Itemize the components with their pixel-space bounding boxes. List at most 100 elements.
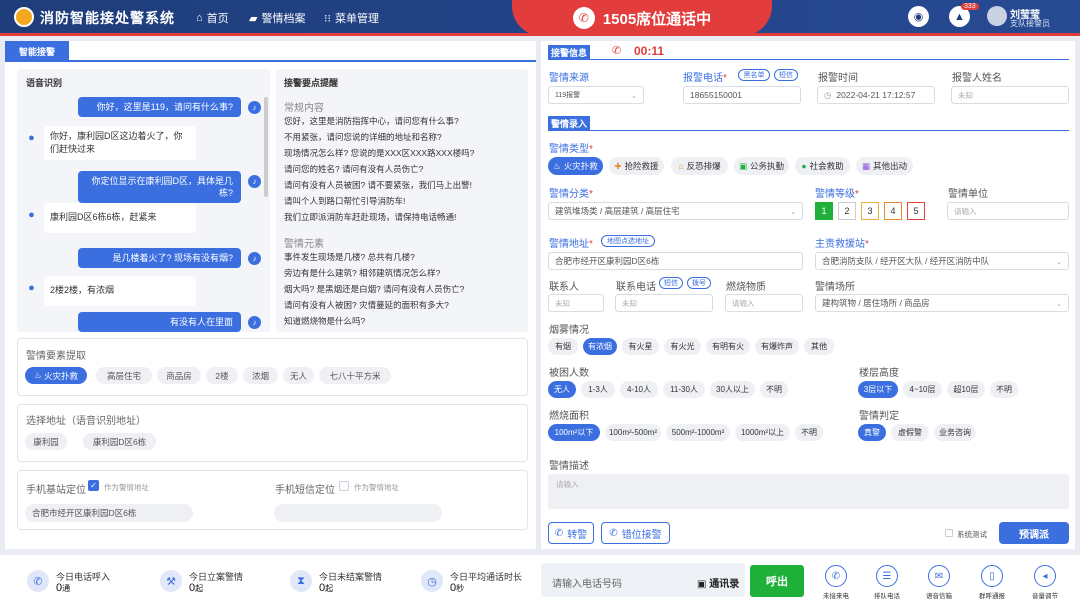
tool-label: 排队电话 [874, 593, 900, 600]
extract-chip[interactable]: 高层住宅 [96, 367, 152, 384]
type-social[interactable]: ● 社会救助 [795, 157, 850, 175]
smoke-option[interactable]: 有烟 [548, 338, 578, 355]
extract-chip[interactable]: 无人 [283, 367, 314, 384]
avatar[interactable] [987, 6, 1007, 26]
floor-option[interactable]: 4~10层 [903, 381, 942, 398]
group-call-icon: ▯ [981, 565, 1003, 587]
level-1[interactable]: 1 [815, 202, 833, 220]
group-call-tool[interactable]: ▯ 群呼通报 [967, 565, 1017, 600]
desc-textarea[interactable]: 请输入 [548, 474, 1069, 509]
judge-option[interactable]: 业务咨询 [934, 424, 976, 441]
sms-location-check-label: 作为警情地址 [354, 483, 399, 492]
smoke-option[interactable]: 有火光 [664, 338, 701, 355]
address-field[interactable]: 合肥市经开区康利园D区6栋 [548, 252, 803, 270]
source-value: 119报警 [555, 92, 581, 99]
area-option[interactable]: 100m²-500m² [605, 424, 661, 441]
smoke-option[interactable]: 有浓烟 [583, 338, 617, 355]
smoke-option[interactable]: 其他 [804, 338, 834, 355]
transfer-button[interactable]: ✆ 转警 [548, 522, 594, 544]
entry-divider [589, 130, 1069, 131]
blacklist-tag[interactable]: 黑名单 [738, 69, 770, 81]
map-pick-tag[interactable]: 地图点选地址 [601, 235, 655, 247]
address-book-label: 通讯录 [709, 579, 740, 590]
floor-option[interactable]: 超10层 [947, 381, 985, 398]
caller-icon: ● [28, 208, 35, 221]
type-duty[interactable]: ▣ 公务执勤 [734, 157, 789, 175]
level-3[interactable]: 3 [861, 202, 879, 220]
smoke-option[interactable]: 有明有火 [706, 338, 750, 355]
chip-label: 火灾扑救 [43, 370, 78, 381]
voice-scrollbar[interactable] [264, 97, 268, 197]
type-fire[interactable]: ♨ 火灾扑救 [548, 157, 603, 175]
extract-chip[interactable]: 浓烟 [243, 367, 278, 384]
contact-label: 联系人 [549, 282, 579, 293]
volume-tool[interactable]: ◂ 音量调节 [1020, 565, 1070, 600]
tab-smart-reception[interactable]: 智能接警 [5, 41, 69, 61]
missed-call-tool[interactable]: ✆ 未接来电 [811, 565, 861, 600]
voicemail-tool[interactable]: ✉ 语音信箱 [914, 565, 964, 600]
base-station-checkbox[interactable]: ✓ [88, 480, 99, 491]
level-2[interactable]: 2 [838, 202, 856, 220]
area-option[interactable]: 100m²以下 [548, 424, 600, 441]
smoke-option[interactable]: 有爆炸声 [755, 338, 799, 355]
queue-call-tool[interactable]: ☰ 排队电话 [862, 565, 912, 600]
station-select[interactable]: 合肥消防支队 / 经开区大队 / 经开区消防中队 ⌄ [815, 252, 1069, 270]
type-label-item: 火灾扑救 [563, 161, 598, 171]
source-select[interactable]: 119报警 ⌄ [548, 86, 644, 104]
extract-chip[interactable]: 商品房 [157, 367, 201, 384]
nav-menu[interactable]: ⁝⁝ 菜单管理 [324, 10, 379, 26]
extract-chip[interactable]: 七八十平方米 [319, 367, 391, 384]
floor-option[interactable]: 不明 [990, 381, 1018, 398]
phone-field[interactable]: 18655150001 [683, 86, 801, 104]
contact-sms-tag[interactable]: 短信 [659, 277, 683, 289]
area-option[interactable]: 1000m²以上 [735, 424, 790, 441]
floor-option[interactable]: 3层以下 [858, 381, 898, 398]
name-field[interactable]: 未知 [951, 86, 1069, 104]
nav-archive[interactable]: ▰ 警情档案 [249, 10, 305, 26]
misdial-button[interactable]: ✆ 错位接警 [601, 522, 670, 544]
address-chip[interactable]: 康利园 [25, 433, 67, 450]
type-rescue[interactable]: ✚ 抢险救援 [609, 157, 664, 175]
pre-dispatch-button[interactable]: 预调派 [999, 522, 1069, 544]
trapped-label: 被困人数 [549, 368, 589, 379]
area-option[interactable]: 不明 [795, 424, 823, 441]
nav-home[interactable]: ⌂ 首页 [196, 10, 229, 26]
area-option[interactable]: 500m²-1000m² [666, 424, 730, 441]
trapped-option[interactable]: 无人 [548, 381, 576, 398]
station-label-text: 主责救援站 [815, 239, 865, 250]
type-anti-terror[interactable]: ⌂ 反恐排爆 [671, 157, 728, 175]
contact-phone-field[interactable]: 未知 [615, 294, 713, 312]
judge-label: 警情判定 [859, 411, 899, 422]
time-field[interactable]: ◷ 2022-04-21 17:12:57 [817, 86, 935, 104]
sms-tag[interactable]: 短信 [774, 69, 798, 81]
type-other[interactable]: ▦ 其他出动 [856, 157, 913, 175]
profile-icon[interactable]: ◉ [908, 6, 929, 27]
base-station-check-label: 作为警情地址 [104, 483, 149, 492]
subtype-select[interactable]: 建筑堆场类 / 高层建筑 / 高层住宅 ⌄ [548, 202, 803, 220]
trapped-option[interactable]: 30人以上 [710, 381, 755, 398]
level-5[interactable]: 5 [907, 202, 925, 220]
judge-option[interactable]: 真警 [858, 424, 886, 441]
sms-location-checkbox[interactable] [339, 481, 349, 491]
trapped-option[interactable]: 4-10人 [620, 381, 658, 398]
test-checkbox[interactable] [945, 529, 953, 537]
address-chip[interactable]: 康利园D区6栋 [83, 433, 156, 450]
required-mark: * [589, 144, 593, 155]
unit-field[interactable]: 请输入 [947, 202, 1069, 220]
station-value: 合肥消防支队 / 经开区大队 / 经开区消防中队 [822, 256, 990, 266]
level-4[interactable]: 4 [884, 202, 902, 220]
place-select[interactable]: 建构筑物 / 居住场所 / 商品房 ⌄ [815, 294, 1069, 312]
call-out-button[interactable]: 呼出 [750, 565, 804, 597]
smoke-option[interactable]: 有火星 [622, 338, 659, 355]
trapped-option[interactable]: 1-3人 [581, 381, 615, 398]
burn-field[interactable]: 请输入 [725, 294, 803, 312]
extract-chip[interactable]: 2楼 [206, 367, 238, 384]
contact-field[interactable]: 未知 [548, 294, 604, 312]
extract-chip[interactable]: ♨ 火灾扑救 [25, 367, 87, 384]
chat-message-operator: 是几楼着火了? 现场有没有烟? [78, 248, 241, 268]
trapped-option[interactable]: 11-30人 [663, 381, 705, 398]
contact-dial-tag[interactable]: 拨号 [687, 277, 711, 289]
trapped-option[interactable]: 不明 [760, 381, 788, 398]
address-book-button[interactable]: ▣ 通讯录 [697, 575, 739, 590]
judge-option[interactable]: 虚假警 [891, 424, 929, 441]
